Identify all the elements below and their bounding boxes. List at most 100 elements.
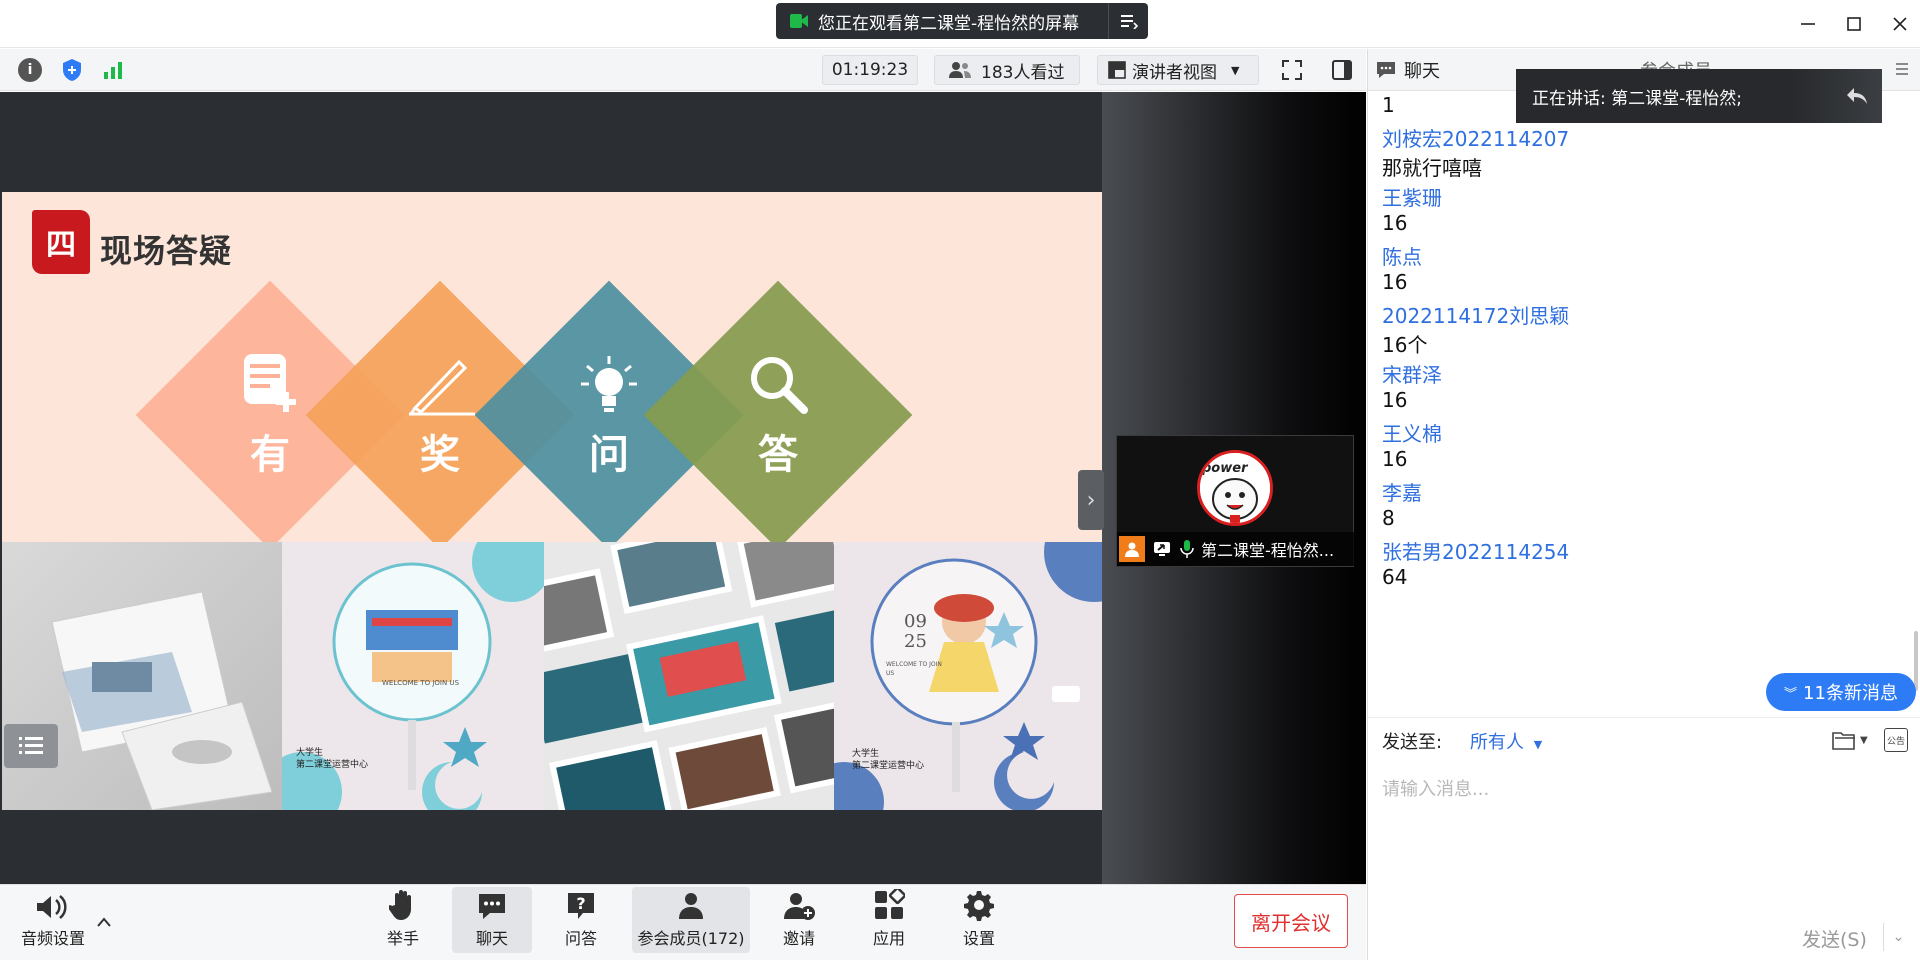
banner-menu-icon[interactable] xyxy=(1108,3,1148,39)
sidebar-toggle-icon[interactable] xyxy=(1326,55,1358,85)
chat-button[interactable]: 聊天 xyxy=(452,887,532,953)
chat-sender-name[interactable]: 宋群泽 xyxy=(1382,359,1442,388)
message-input[interactable]: 请输入消息... xyxy=(1382,775,1489,801)
slide-section-badge: 四 xyxy=(32,210,90,274)
chat-sender-name[interactable]: 陈点 xyxy=(1382,241,1422,270)
presentation-slide: 四 现场答疑 有 奖 问 答 WELCOME TO JOIN US 大学生 第二… xyxy=(2,192,1102,810)
diamond-you-content: 有 xyxy=(210,352,330,552)
diamond-wen-char: 问 xyxy=(589,432,629,478)
send-to-select[interactable]: 所有人 ▼ xyxy=(1470,728,1542,754)
view-mode-select[interactable]: 演讲者视图 ▼ xyxy=(1097,55,1259,85)
photo-collage xyxy=(544,542,834,810)
chat-message-text: 16个 xyxy=(1382,333,1428,357)
chat-sender-name[interactable]: 刘桉宏2022114207 xyxy=(1382,123,1569,152)
chat-message-text: 16 xyxy=(1382,270,1408,294)
chevron-down-icon: ▼ xyxy=(1231,63,1240,77)
speaker-name: 第二课堂-程怡然... xyxy=(1201,541,1335,560)
photo-strip: WELCOME TO JOIN US 大学生 第二课堂运营中心 09 25 WE… xyxy=(2,542,1102,810)
qa-label: 问答 xyxy=(564,929,597,948)
chat-sender-name[interactable]: 李嘉 xyxy=(1382,477,1422,506)
members-button[interactable]: 参会成员(172) xyxy=(632,887,750,953)
panel-menu-icon[interactable] xyxy=(1894,61,1912,79)
svg-text:?: ? xyxy=(576,894,585,913)
speaker-view-icon xyxy=(1108,61,1126,79)
chat-panel: 聊天 参会成员 正在讲话: 第二课堂-程怡然; 1刘桉宏2022114207那就… xyxy=(1367,49,1920,960)
tab-chat[interactable]: 聊天 xyxy=(1376,49,1440,91)
hand-icon xyxy=(389,890,411,920)
apps-button[interactable]: 应用 xyxy=(862,887,916,953)
chat-message-text: 64 xyxy=(1382,565,1408,589)
diamond-you-char: 有 xyxy=(250,432,290,478)
screen-share-icon xyxy=(790,13,808,29)
host-badge-icon xyxy=(1119,536,1145,562)
title-bar: 您正在观看第二课堂-程怡然的屏幕 xyxy=(0,0,1920,48)
minimize-icon[interactable] xyxy=(1794,10,1822,38)
slide-heading: 现场答疑 xyxy=(100,232,233,270)
microphone-icon xyxy=(1177,536,1197,562)
screen-share-banner: 您正在观看第二课堂-程怡然的屏幕 xyxy=(776,3,1148,39)
apps-icon xyxy=(875,889,905,919)
banner-text: 您正在观看第二课堂-程怡然的屏幕 xyxy=(818,13,1080,34)
invite-label: 邀请 xyxy=(782,929,815,948)
photo-fan-2: 09 25 WELCOME TO JOIN US 大学生 第二课堂运营中心 xyxy=(834,542,1102,810)
signal-strength-icon[interactable] xyxy=(101,58,125,82)
chat-message-text: 16 xyxy=(1382,388,1408,412)
members-icon xyxy=(679,893,703,919)
magnifier-icon xyxy=(751,357,808,414)
folder-icon[interactable]: ▼ xyxy=(1832,728,1874,752)
chat-sender-name[interactable]: 2022114172刘思颖 xyxy=(1382,300,1569,329)
chevron-right-icon[interactable]: › xyxy=(1078,470,1104,530)
form-add-icon xyxy=(244,354,296,412)
screen-share-indicator-icon xyxy=(1149,536,1175,562)
fullscreen-icon[interactable] xyxy=(1276,55,1308,85)
fan-caption-2: WELCOME TO JOIN US xyxy=(886,661,942,677)
chat-scrollbar[interactable] xyxy=(1914,631,1918,691)
chat-sender-name[interactable]: 王紫珊 xyxy=(1382,182,1442,211)
fan-org-2: 大学生 第二课堂运营中心 xyxy=(852,749,925,771)
chat-label: 聊天 xyxy=(475,929,508,948)
audio-settings-label: 音频设置 xyxy=(20,929,85,948)
qa-button[interactable]: ? 问答 xyxy=(554,887,608,953)
invite-button[interactable]: 邀请 xyxy=(772,887,826,953)
send-to-label: 发送至: xyxy=(1382,732,1443,753)
speaking-text: 正在讲话: 第二课堂-程怡然; xyxy=(1532,88,1742,109)
fan-date: 09 25 xyxy=(904,611,927,652)
fan-org-1: 大学生 第二课堂运营中心 xyxy=(296,748,369,770)
chat-tab-icon xyxy=(1377,62,1395,78)
avatar: power xyxy=(1197,450,1273,526)
speaking-indicator: 正在讲话: 第二课堂-程怡然; xyxy=(1516,69,1882,123)
slide-list-icon[interactable] xyxy=(4,724,58,768)
caret-down-icon: ▼ xyxy=(1533,738,1543,751)
diamond-jiang-char: 奖 xyxy=(420,432,460,478)
chat-sender-name[interactable]: 张若男2022114254 xyxy=(1382,536,1569,565)
audio-settings-button[interactable]: 音频设置 xyxy=(14,887,92,953)
notice-icon[interactable]: 公告 xyxy=(1884,728,1908,752)
info-icon[interactable]: i xyxy=(18,58,42,82)
chat-sender-name[interactable]: 王义棉 xyxy=(1382,418,1442,447)
gear-icon xyxy=(964,891,994,921)
send-button[interactable]: 发送(S) xyxy=(1802,925,1867,952)
photo-postcard xyxy=(2,542,282,810)
reply-arrow-icon[interactable] xyxy=(1792,69,1882,123)
chat-message-text: 1 xyxy=(1382,93,1395,117)
raise-hand-button[interactable]: 举手 xyxy=(376,887,430,953)
shield-icon[interactable] xyxy=(60,58,84,82)
settings-button[interactable]: 设置 xyxy=(952,887,1006,953)
view-mode-label: 演讲者视图 xyxy=(1132,62,1217,83)
close-icon[interactable] xyxy=(1886,10,1914,38)
speaker-name-bar: 第二课堂-程怡然... xyxy=(1117,532,1355,566)
chevron-up-icon[interactable] xyxy=(96,913,114,927)
people-icon xyxy=(949,62,971,78)
avatar-text: power xyxy=(1202,461,1248,476)
speaker-video-tile[interactable]: power 第二课堂-程怡然... xyxy=(1116,435,1355,567)
tab-chat-label: 聊天 xyxy=(1404,61,1440,82)
viewers-count[interactable]: 183人看过 xyxy=(934,55,1080,85)
bottom-toolbar: 音频设置 举手 聊天 ? 问答 参会成员(172) 邀请 应用 设置 离开会议 xyxy=(0,884,1366,960)
maximize-icon[interactable] xyxy=(1840,10,1868,38)
leave-meeting-button[interactable]: 离开会议 xyxy=(1234,894,1348,948)
send-to-value: 所有人 xyxy=(1470,732,1524,753)
send-options-chevron-icon[interactable]: ⌄ xyxy=(1883,923,1913,951)
invite-icon xyxy=(784,893,815,920)
raise-hand-label: 举手 xyxy=(386,929,419,948)
new-messages-button[interactable]: ︾ 11条新消息 xyxy=(1766,673,1916,711)
